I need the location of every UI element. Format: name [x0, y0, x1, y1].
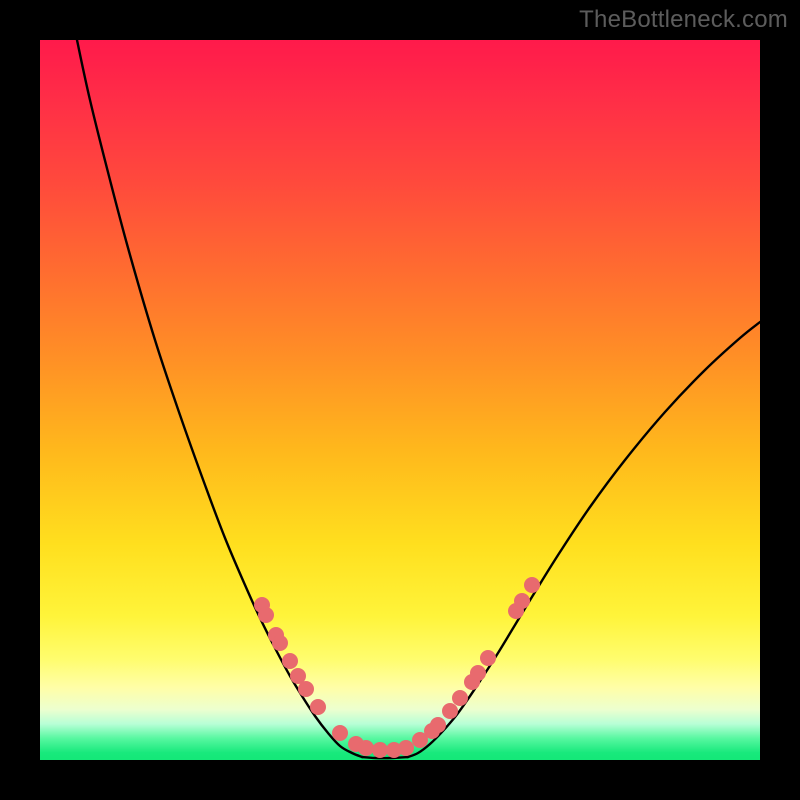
- data-dot: [372, 742, 388, 758]
- data-dot: [298, 681, 314, 697]
- data-dot: [430, 717, 446, 733]
- data-dot: [398, 740, 414, 756]
- data-dot: [452, 690, 468, 706]
- data-dot: [514, 593, 530, 609]
- chart-svg: [40, 40, 760, 760]
- plot-area: [40, 40, 760, 760]
- data-dot: [282, 653, 298, 669]
- data-dot: [310, 699, 326, 715]
- data-dot: [470, 665, 486, 681]
- scatter-dots: [254, 577, 540, 758]
- data-dot: [442, 703, 458, 719]
- watermark-text: TheBottleneck.com: [579, 6, 788, 34]
- curve-floor: [362, 757, 408, 758]
- data-dot: [258, 607, 274, 623]
- data-dot: [524, 577, 540, 593]
- curve-left: [77, 40, 362, 757]
- data-dot: [332, 725, 348, 741]
- outer-frame: TheBottleneck.com: [0, 0, 800, 800]
- data-dot: [358, 740, 374, 756]
- data-dot: [272, 635, 288, 651]
- data-dot: [480, 650, 496, 666]
